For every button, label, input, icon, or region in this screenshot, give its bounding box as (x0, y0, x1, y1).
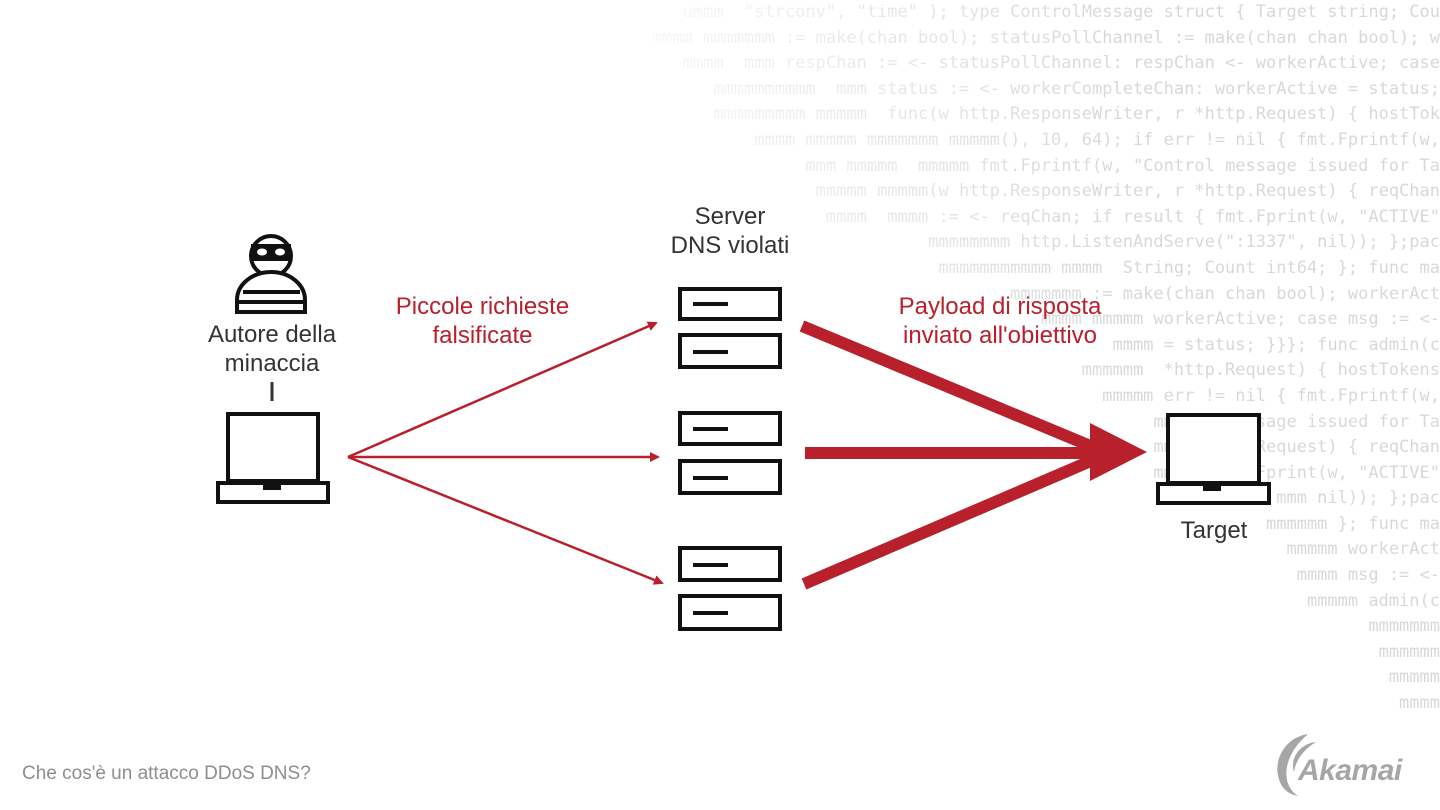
dns-server-icon (678, 546, 782, 631)
request-arrow (347, 455, 664, 585)
akamai-wordmark: Akamai (1298, 754, 1402, 787)
attacker-label: Autore della minaccia (207, 321, 337, 377)
attacker-laptop-icon (216, 412, 330, 504)
caption: Che cos'è un attacco DDoS DNS? (22, 763, 311, 784)
payload-label: Payload di risposta inviato all'obiettivo (898, 293, 1102, 349)
target-laptop-icon (1156, 413, 1271, 505)
servers-label: Server DNS violati (670, 203, 790, 259)
spoofed-requests-label: Piccole richieste falsificate (395, 293, 570, 349)
attacker-icon (235, 234, 307, 314)
target-label: Target (1180, 517, 1248, 544)
dns-server-icon (678, 411, 782, 495)
spoofed-request-arrows (347, 321, 664, 585)
ddos-diagram (216, 234, 1271, 631)
dns-server-icon (678, 287, 782, 369)
payload-arrowhead (1090, 423, 1147, 481)
akamai-logo: Akamai (1268, 728, 1418, 798)
payload-arrow (801, 451, 1103, 590)
payload-arrows (799, 320, 1147, 590)
